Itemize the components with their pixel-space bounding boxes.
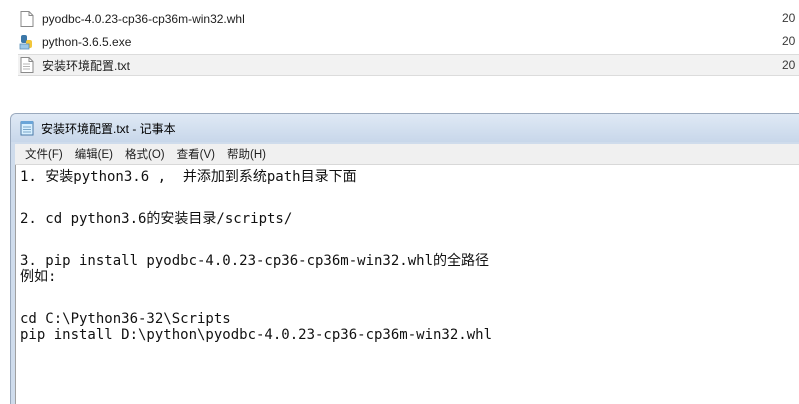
file-name: pyodbc-4.0.23-cp36-cp36m-win32.whl [42, 12, 245, 26]
notepad-window: 安装环境配置.txt - 记事本 文件(F) 编辑(E) 格式(O) 查看(V)… [10, 113, 799, 404]
menu-help[interactable]: 帮助(H) [227, 146, 266, 162]
text-line: pip install D:\python\pyodbc-4.0.23-cp36… [20, 327, 493, 343]
menu-file[interactable]: 文件(F) [25, 146, 63, 162]
file-name: 安装环境配置.txt [42, 58, 131, 73]
file-row-exe[interactable]: python-3.6.5.exe 20 [18, 31, 799, 53]
whl-file-icon [18, 11, 36, 27]
python-installer-icon [18, 34, 36, 50]
file-name: python-3.6.5.exe [42, 35, 132, 49]
notepad-titlebar[interactable]: 安装环境配置.txt - 记事本 [11, 114, 799, 142]
text-line: cd C:\Python36-32\Scripts [20, 311, 231, 327]
file-date: 20 [782, 11, 796, 25]
text-editor[interactable]: 1. 安装python3.6 , 并添加到系统path目录下面 2. cd py… [15, 165, 799, 404]
window-title: 安装环境配置.txt - 记事本 [41, 121, 176, 136]
file-row-txt[interactable]: 安装环境配置.txt 20 [18, 54, 799, 76]
file-date: 20 [782, 58, 796, 72]
text-line: 2. cd python3.6的安装目录/scripts/ [20, 211, 293, 227]
menu-bar: 文件(F) 编辑(E) 格式(O) 查看(V) 帮助(H) [15, 144, 799, 165]
menu-view[interactable]: 查看(V) [177, 146, 215, 162]
text-line: 1. 安装python3.6 , 并添加到系统path目录下面 [20, 169, 357, 185]
file-row-whl[interactable]: pyodbc-4.0.23-cp36-cp36m-win32.whl 20 [18, 8, 799, 30]
menu-format[interactable]: 格式(O) [125, 146, 165, 162]
text-line: 例如: [20, 269, 57, 285]
text-line: 3. pip install pyodbc-4.0.23-cp36-cp36m-… [20, 253, 490, 269]
txt-file-icon [18, 57, 36, 73]
notepad-icon [20, 121, 34, 136]
file-date: 20 [782, 34, 796, 48]
menu-edit[interactable]: 编辑(E) [75, 146, 113, 162]
